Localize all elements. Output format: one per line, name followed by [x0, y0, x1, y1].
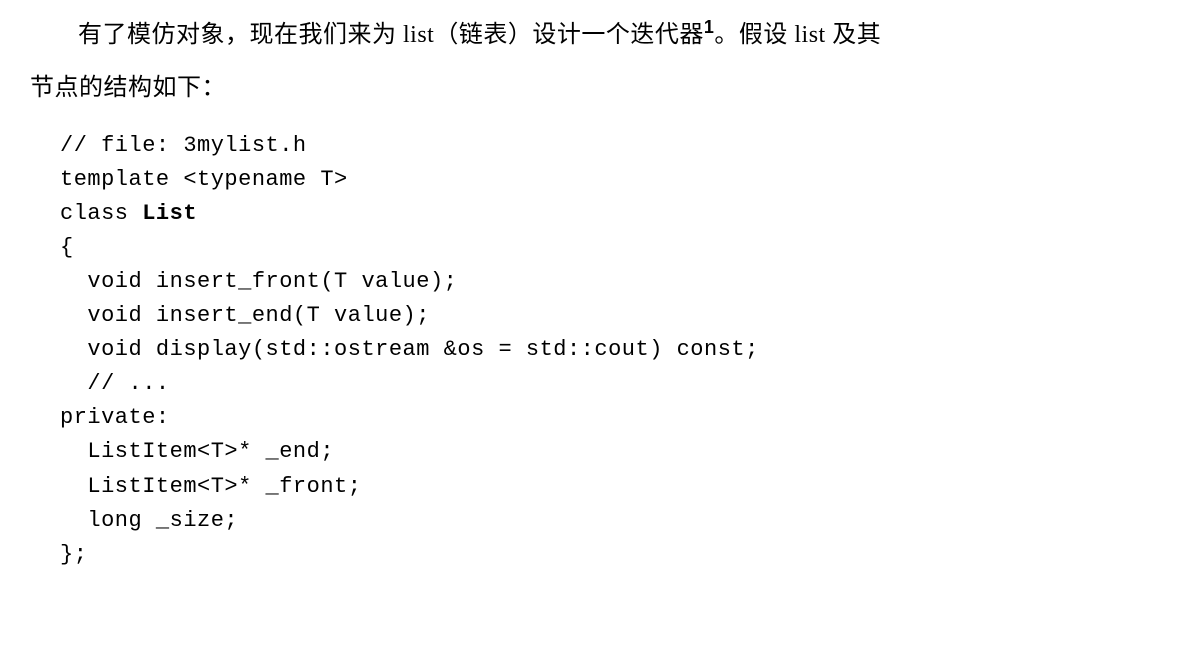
text-run: 及其 [826, 22, 882, 48]
text-run: 节点的结构如下： [30, 75, 226, 101]
code-line: long _size; [60, 508, 238, 533]
code-line: void display(std::ostream &os = std::cou… [60, 337, 759, 362]
text-run: （链表）设计一个迭代器 [434, 22, 704, 48]
code-line: class [60, 201, 142, 226]
code-line: }; [60, 542, 87, 567]
text-run: 。假设 [714, 22, 794, 48]
prose-block: 有了模仿对象，现在我们来为 list（链表）设计一个迭代器1。假设 list 及… [30, 8, 1168, 115]
text-run: 有了模仿对象，现在我们来为 [78, 22, 403, 48]
document-page: 有了模仿对象，现在我们来为 list（链表）设计一个迭代器1。假设 list 及… [0, 0, 1198, 592]
code-line: template <typename T> [60, 167, 348, 192]
paragraph-line-1: 有了模仿对象，现在我们来为 list（链表）设计一个迭代器1。假设 list 及… [30, 8, 1168, 62]
code-block: // file: 3mylist.h template <typename T>… [60, 129, 1168, 572]
footnote-marker-1: 1 [704, 17, 715, 37]
code-line: void insert_end(T value); [60, 303, 430, 328]
code-line: ListItem<T>* _front; [60, 474, 361, 499]
code-line: // file: 3mylist.h [60, 133, 307, 158]
text-latin-list: list [794, 22, 825, 48]
code-line: void insert_front(T value); [60, 269, 457, 294]
code-line: ListItem<T>* _end; [60, 439, 334, 464]
code-line: private: [60, 405, 170, 430]
code-line: { [60, 235, 74, 260]
paragraph-line-2: 节点的结构如下： [30, 62, 1168, 115]
text-latin-list: list [403, 22, 434, 48]
code-line: // ... [60, 371, 170, 396]
code-class-name: List [142, 201, 197, 226]
